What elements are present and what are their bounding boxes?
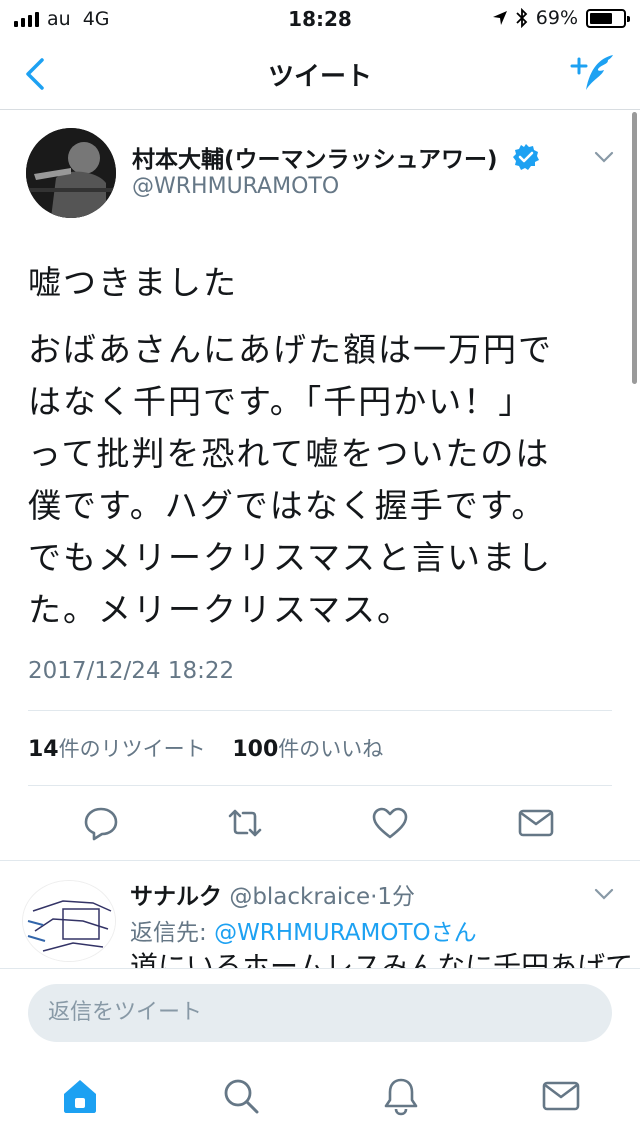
reply-avatar-image	[23, 881, 115, 961]
retweet-icon[interactable]	[226, 804, 264, 842]
like-icon[interactable]	[371, 804, 409, 842]
compose-tweet-icon[interactable]	[570, 52, 616, 94]
author-name[interactable]: 村本大輔(ウーマンラッシュアワー)	[132, 140, 498, 174]
avatar-image	[26, 128, 116, 218]
tweet-text-line: でもメリークリスマスと言いまし	[28, 538, 553, 577]
messages-icon[interactable]	[541, 1076, 581, 1116]
home-icon[interactable]	[60, 1076, 100, 1116]
dm-icon[interactable]	[517, 804, 555, 842]
reply-input[interactable]: 返信をツイート	[28, 984, 612, 1042]
nav-bar: ツイート	[0, 40, 640, 110]
like-count: 100	[232, 737, 279, 762]
bluetooth-icon	[516, 8, 528, 28]
battery-percent: 69%	[535, 7, 578, 29]
scrollbar[interactable]	[632, 112, 637, 384]
author-avatar[interactable]	[26, 128, 116, 218]
reply-icon[interactable]	[82, 804, 120, 842]
reply-author[interactable]: サナルク @blackraice·1分	[130, 877, 415, 911]
reply-author-name: サナルク	[130, 884, 222, 910]
notifications-icon[interactable]	[381, 1076, 421, 1116]
tweet-stats: 14件のリツイート 100件のいいね	[28, 733, 383, 763]
divider	[28, 710, 612, 711]
retweet-stat[interactable]: 14件のリツイート	[28, 737, 206, 762]
tweet-text: おばあさんにあげた額は一万円で はなく千円です。「千円かい！」 って批判を恐れて…	[28, 324, 628, 636]
like-label: 件のいいね	[278, 737, 384, 761]
tweet-text-line: た。メリークリスマス。	[28, 590, 413, 629]
retweet-label: 件のリツイート	[58, 737, 206, 761]
reply-time: 1分	[377, 884, 416, 910]
tweet-text-first-line: 嘘つきました	[28, 263, 238, 302]
reply-text: 道にいるホームレスみんなに千円あげてろ	[130, 950, 630, 968]
tweet-text-line: おばあさんにあげた額は一万円で	[28, 330, 553, 369]
location-icon	[492, 11, 507, 25]
reply-to-line: 返信先: @WRHMURAMOTOさん	[130, 913, 477, 947]
status-bar: au 4G 18:28 69%	[0, 0, 640, 40]
reply-bar: 返信をツイート	[0, 968, 640, 1058]
tweet-text-line: はなく千円です。「千円かい！」	[28, 382, 534, 421]
tweet-text-line: 僕です。ハグではなく握手です。	[28, 486, 547, 525]
reply-to-prefix: 返信先:	[130, 920, 207, 946]
status-right: 69%	[492, 7, 630, 29]
author-handle[interactable]: @WRHMURAMOTO	[132, 174, 339, 199]
reply-author-handle: @blackraice	[229, 884, 371, 910]
tab-bar	[0, 1058, 640, 1138]
verified-badge-icon	[513, 144, 539, 170]
battery-icon	[586, 8, 630, 28]
reply-to-handle-link[interactable]: @WRHMURAMOTOさん	[214, 920, 477, 946]
page-title: ツイート	[267, 62, 372, 92]
separator	[0, 860, 640, 861]
like-stat[interactable]: 100件のいいね	[232, 737, 384, 762]
search-icon[interactable]	[221, 1076, 261, 1116]
chevron-down-icon[interactable]	[594, 150, 614, 164]
divider	[28, 785, 612, 786]
retweet-count: 14	[28, 737, 59, 762]
tweet-text-line: って批判を恐れて嘘をついたのは	[28, 434, 551, 473]
tweet-timestamp: 2017/12/24 18:22	[28, 658, 235, 684]
chevron-down-icon[interactable]	[594, 887, 614, 901]
reply-avatar[interactable]	[22, 880, 116, 962]
